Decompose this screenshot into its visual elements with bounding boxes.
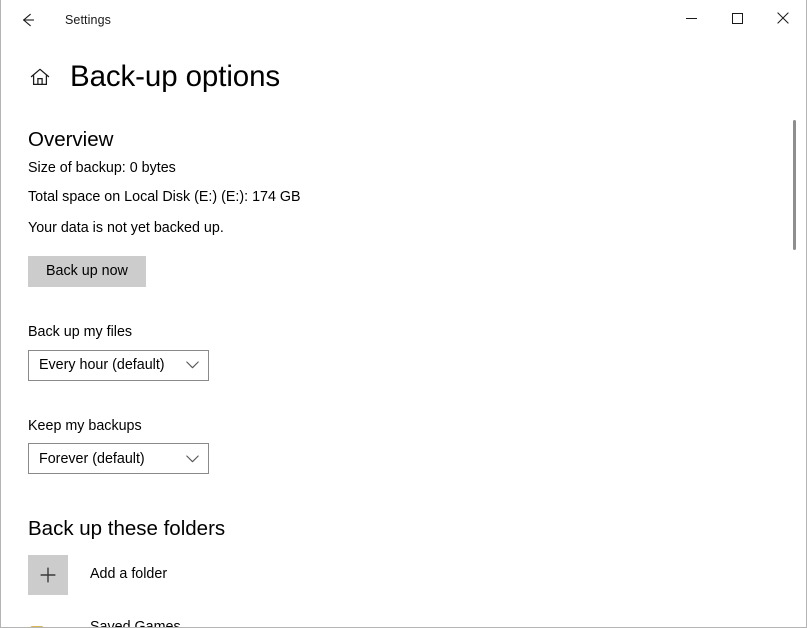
vertical-scrollbar[interactable] [789, 46, 801, 623]
keep-backups-label: Keep my backups [28, 417, 142, 434]
chevron-down-icon [186, 455, 199, 463]
close-icon [777, 12, 789, 24]
backup-folders-heading: Back up these folders [28, 517, 226, 541]
settings-content: Overview Size of backup: 0 bytes Total s… [1, 127, 806, 628]
overview-heading: Overview [28, 128, 114, 151]
close-button[interactable] [760, 0, 806, 36]
back-up-now-button[interactable]: Back up now [28, 255, 146, 288]
scrollbar-thumb[interactable] [793, 120, 796, 250]
page-header: Back-up options [1, 54, 806, 100]
keep-backups-value: Forever (default) [39, 450, 145, 467]
app-title: Settings [65, 12, 111, 27]
folder-info: Saved Games C:\Users\6v [90, 618, 181, 628]
minimize-button[interactable] [668, 0, 714, 36]
page-title: Back-up options [70, 59, 281, 93]
saved-games-folder-icon [28, 617, 68, 627]
back-arrow-icon [17, 9, 39, 31]
backup-frequency-label: Back up my files [28, 324, 133, 341]
list-item[interactable]: Saved Games C:\Users\6v [28, 617, 776, 628]
home-icon[interactable] [27, 64, 53, 90]
backup-status-text: Your data is not yet backed up. [28, 220, 224, 237]
add-folder-button[interactable]: Add a folder [28, 552, 776, 598]
backup-frequency-dropdown[interactable]: Every hour (default) [28, 349, 209, 381]
window-controls [668, 0, 806, 36]
back-button[interactable] [5, 2, 51, 38]
chevron-down-icon [186, 361, 199, 369]
folder-name: Saved Games [90, 619, 181, 628]
add-folder-label: Add a folder [90, 566, 168, 583]
keep-backups-dropdown[interactable]: Forever (default) [28, 443, 209, 475]
size-of-backup-text: Size of backup: 0 bytes [28, 159, 176, 176]
maximize-button[interactable] [714, 0, 760, 36]
total-space-text: Total space on Local Disk (E:) (E:): 174… [28, 189, 301, 206]
title-bar: Settings [1, 0, 806, 41]
backup-frequency-value: Every hour (default) [39, 357, 165, 374]
settings-window: Settings Back-up options Overview Size o… [0, 0, 807, 628]
minimize-icon [685, 13, 697, 24]
backup-frequency-group: Back up my files Every hour (default) [28, 323, 776, 381]
maximize-icon [731, 12, 743, 24]
plus-icon [28, 555, 68, 595]
keep-backups-group: Keep my backups Forever (default) [28, 417, 776, 475]
